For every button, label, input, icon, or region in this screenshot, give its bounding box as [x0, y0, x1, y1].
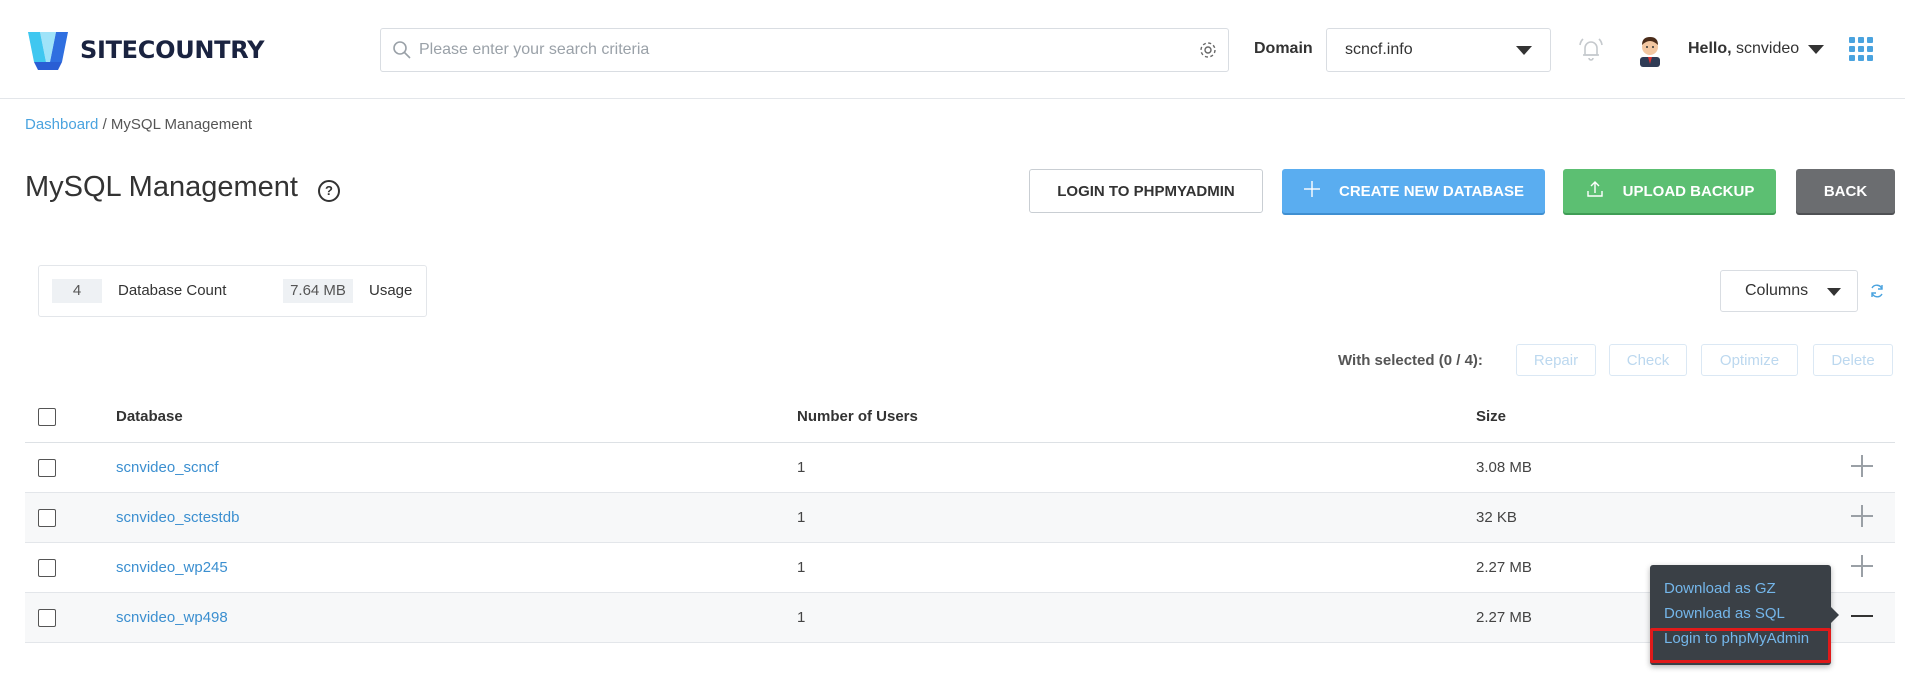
- database-size: 2.27 MB: [1476, 609, 1532, 626]
- highlight-box: [1650, 628, 1831, 663]
- expand-plus-icon[interactable]: [1851, 505, 1873, 527]
- brand-name: SITECOUNTRY: [80, 36, 265, 64]
- breadcrumb-current: MySQL Management: [110, 116, 253, 133]
- database-size: 32 KB: [1476, 509, 1517, 526]
- database-size: 3.08 MB: [1476, 459, 1532, 476]
- table-row: scnvideo_wp245 1 2.27 MB: [25, 543, 1895, 593]
- database-name-link[interactable]: scnvideo_wp498: [116, 609, 228, 626]
- apps-grid-icon[interactable]: [1849, 37, 1873, 61]
- chevron-down-icon: [1516, 46, 1532, 55]
- avatar[interactable]: [1632, 31, 1668, 72]
- domain-value: scncf.info: [1345, 41, 1413, 58]
- bell-icon[interactable]: [1575, 33, 1607, 70]
- top-header: SITECOUNTRY Domain scncf.info Hello, scn…: [0, 0, 1905, 99]
- database-name-link[interactable]: scnvideo_scncf: [116, 459, 219, 476]
- row-checkbox[interactable]: [38, 509, 56, 527]
- download-gz-link[interactable]: Download as GZ: [1664, 580, 1776, 597]
- database-table: Database Number of Users Size scnvideo_s…: [25, 392, 1895, 643]
- create-database-button[interactable]: CREATE NEW DATABASE: [1282, 169, 1545, 213]
- header-database[interactable]: Database: [116, 408, 183, 425]
- login-phpmyadmin-label: LOGIN TO PHPMYADMIN: [1057, 182, 1235, 200]
- search-input[interactable]: [419, 29, 1179, 71]
- database-count-value: 4: [52, 279, 102, 303]
- domain-label: Domain: [1254, 40, 1313, 57]
- search-icon: [392, 40, 412, 65]
- help-icon[interactable]: ?: [318, 180, 340, 202]
- plus-icon: [1303, 180, 1321, 202]
- repair-button[interactable]: Repair: [1516, 344, 1596, 376]
- database-name-link[interactable]: scnvideo_wp245: [116, 559, 228, 576]
- table-row: scnvideo_wp498 1 2.27 MB: [25, 593, 1895, 643]
- brand-logo[interactable]: SITECOUNTRY: [24, 28, 265, 72]
- database-count-label: Database Count: [118, 282, 227, 299]
- database-size: 2.27 MB: [1476, 559, 1532, 576]
- table-header: Database Number of Users Size: [25, 392, 1895, 443]
- greeting-word: Hello,: [1688, 40, 1732, 57]
- row-checkbox[interactable]: [38, 609, 56, 627]
- check-button[interactable]: Check: [1609, 344, 1687, 376]
- collapse-minus-icon[interactable]: [1851, 615, 1873, 617]
- user-count: 1: [797, 609, 806, 626]
- user-count: 1: [797, 509, 806, 526]
- chevron-down-icon: [1827, 288, 1841, 296]
- optimize-button[interactable]: Optimize: [1701, 344, 1798, 376]
- breadcrumb-dashboard-link[interactable]: Dashboard: [25, 116, 98, 133]
- database-name-link[interactable]: scnvideo_sctestdb: [116, 509, 239, 526]
- search-box: [380, 28, 1229, 72]
- upload-icon: [1585, 179, 1605, 203]
- gear-icon[interactable]: [1198, 40, 1218, 65]
- download-sql-link[interactable]: Download as SQL: [1664, 605, 1785, 622]
- with-selected-label: With selected (0 / 4):: [1338, 352, 1483, 369]
- user-greeting[interactable]: Hello, scnvideo: [1688, 40, 1799, 58]
- select-all-checkbox[interactable]: [38, 408, 56, 426]
- header-size[interactable]: Size: [1476, 408, 1506, 425]
- row-checkbox[interactable]: [38, 559, 56, 577]
- usage-value: 7.64 MB: [283, 279, 353, 303]
- refresh-icon[interactable]: [1869, 283, 1885, 304]
- username: scnvideo: [1736, 40, 1800, 57]
- table-row: scnvideo_scncf 1 3.08 MB: [25, 443, 1895, 493]
- user-menu-chevron-icon[interactable]: [1808, 45, 1824, 54]
- upload-backup-label: UPLOAD BACKUP: [1622, 182, 1755, 200]
- user-count: 1: [797, 559, 806, 576]
- login-phpmyadmin-button[interactable]: LOGIN TO PHPMYADMIN: [1029, 169, 1263, 213]
- logo-mark-icon: [24, 28, 76, 72]
- expand-plus-icon[interactable]: [1851, 455, 1873, 477]
- columns-label: Columns: [1745, 282, 1809, 299]
- page-title: MySQL Management: [25, 171, 298, 203]
- row-checkbox[interactable]: [38, 459, 56, 477]
- create-database-label: CREATE NEW DATABASE: [1339, 182, 1524, 200]
- expand-plus-icon[interactable]: [1851, 555, 1873, 577]
- back-label: BACK: [1823, 182, 1868, 200]
- upload-backup-button[interactable]: UPLOAD BACKUP: [1563, 169, 1776, 213]
- columns-dropdown[interactable]: Columns: [1720, 270, 1858, 312]
- domain-select[interactable]: scncf.info: [1326, 28, 1551, 72]
- header-users[interactable]: Number of Users: [797, 408, 918, 425]
- back-button[interactable]: BACK: [1796, 169, 1895, 213]
- breadcrumb: Dashboard / MySQL Management: [25, 116, 252, 133]
- delete-button[interactable]: Delete: [1813, 344, 1893, 376]
- database-stats: 4 Database Count 7.64 MB Usage: [38, 265, 427, 317]
- breadcrumb-separator: /: [102, 116, 107, 133]
- usage-label: Usage: [369, 282, 413, 299]
- table-row: scnvideo_sctestdb 1 32 KB: [25, 493, 1895, 543]
- user-count: 1: [797, 459, 806, 476]
